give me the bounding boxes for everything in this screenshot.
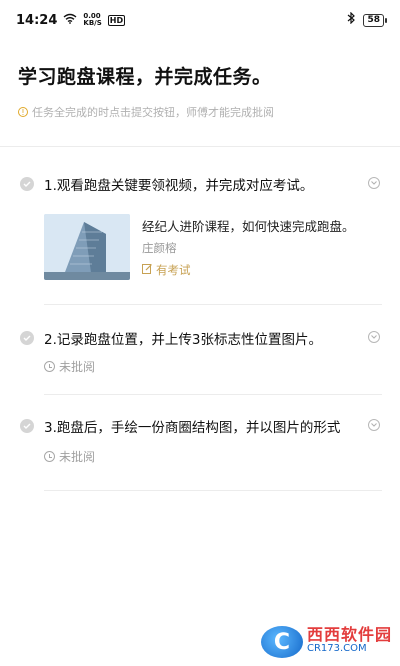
status-bar-left: 14:24 0.00 KB/S HD <box>16 12 126 28</box>
task-item-3[interactable]: 3.跑盘后，手绘一份商圈结构图，并以图片的形式 未批阅 <box>0 414 400 464</box>
edit-icon <box>142 263 153 277</box>
task-header[interactable]: 2.记录跑盘位置，并上传3张标志性位置图片。 <box>0 326 400 350</box>
clock-icon <box>44 451 55 462</box>
exam-tag: 有考试 <box>142 262 191 278</box>
task-divider <box>44 490 382 491</box>
watermark-text: 西西软件园 CR173.COM <box>306 625 392 656</box>
chevron-down-icon[interactable] <box>368 331 380 343</box>
notice-hint: ! 任务全完成的时点击提交按钮，师傅才能完成批阅 <box>18 104 274 120</box>
task-divider <box>44 304 382 305</box>
course-card[interactable]: 经纪人进阶课程，如何快速完成跑盘。 庄颜榕 有考试 <box>44 214 384 280</box>
header-divider <box>0 146 400 147</box>
task-item-2[interactable]: 2.记录跑盘位置，并上传3张标志性位置图片。 未批阅 <box>0 326 400 374</box>
status-time: 14:24 <box>16 12 58 28</box>
course-thumbnail[interactable] <box>44 214 130 280</box>
battery-indicator: 58 <box>363 13 387 27</box>
bluetooth-icon <box>347 11 356 28</box>
site-watermark: C 西西软件园 CR173.COM <box>260 625 392 658</box>
check-circle-icon[interactable] <box>20 331 34 345</box>
hd-badge: HD <box>107 14 126 26</box>
review-status: 未批阅 <box>44 448 95 465</box>
review-status-label: 未批阅 <box>59 360 96 374</box>
status-bar: 14:24 0.00 KB/S HD 58 <box>0 0 400 40</box>
task-item-1[interactable]: 1.观看跑盘关键要领视频，并完成对应考试。 经纪人进阶课程，如何快速完成跑盘。 <box>0 172 400 280</box>
watermark-title: 西西软件园 <box>306 625 392 644</box>
chevron-down-icon[interactable] <box>368 419 380 431</box>
task-header[interactable]: 1.观看跑盘关键要领视频，并完成对应考试。 <box>0 172 400 196</box>
exam-tag-label: 有考试 <box>156 263 191 277</box>
task-divider <box>44 394 382 395</box>
review-status: 未批阅 <box>44 358 95 375</box>
info-icon: ! <box>18 107 28 117</box>
task-header[interactable]: 3.跑盘后，手绘一份商圈结构图，并以图片的形式 <box>0 414 400 438</box>
network-speed-unit: KB/S <box>83 19 102 27</box>
course-name: 经纪人进阶课程，如何快速完成跑盘。 <box>142 219 355 234</box>
network-speed: 0.00 KB/S <box>83 13 101 27</box>
watermark-logo: C <box>260 626 303 658</box>
task-title: 1.观看跑盘关键要领视频，并完成对应考试。 <box>44 178 314 194</box>
page-title: 学习跑盘课程，并完成任务。 <box>18 66 272 88</box>
review-status-label: 未批阅 <box>59 450 96 464</box>
course-teacher: 庄颜榕 <box>142 241 177 255</box>
chevron-down-icon[interactable] <box>368 177 380 189</box>
check-circle-icon[interactable] <box>20 419 34 433</box>
wifi-icon <box>63 13 77 28</box>
notice-text: 任务全完成的时点击提交按钮，师傅才能完成批阅 <box>32 106 274 119</box>
status-bar-right: 58 <box>347 11 387 28</box>
watermark-url: CR173.COM <box>306 643 367 654</box>
clock-icon <box>44 361 55 372</box>
task-title: 3.跑盘后，手绘一份商圈结构图，并以图片的形式 <box>44 420 341 436</box>
check-circle-icon[interactable] <box>20 177 34 191</box>
task-title: 2.记录跑盘位置，并上传3张标志性位置图片。 <box>44 332 322 348</box>
